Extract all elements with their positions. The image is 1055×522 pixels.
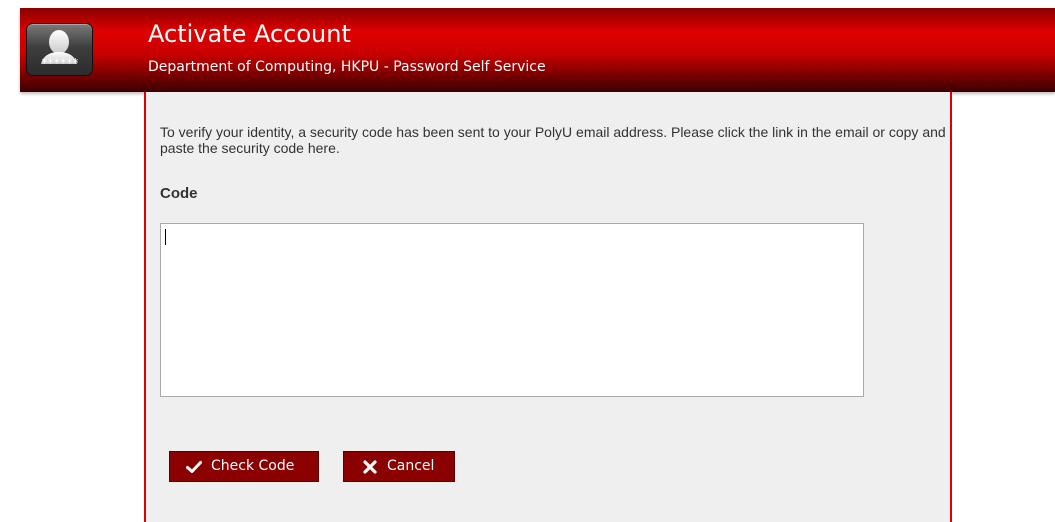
app-logo: ****** — [26, 23, 93, 76]
check-code-button[interactable]: Check Code — [169, 451, 319, 482]
page-subtitle: Department of Computing, HKPU - Password… — [148, 59, 546, 75]
instructions-text: To verify your identity, a security code… — [160, 124, 946, 156]
cancel-button[interactable]: Cancel — [343, 451, 455, 482]
text-caret — [165, 229, 166, 245]
logo-masked-text: ****** — [40, 56, 79, 70]
cancel-label: Cancel — [387, 458, 435, 474]
page-title: Activate Account — [148, 20, 351, 48]
close-x-icon — [363, 459, 377, 474]
code-label: Code — [160, 185, 198, 202]
content-panel: To verify your identity, a security code… — [144, 92, 952, 522]
header-bar: ****** Activate Account Department of Co… — [20, 8, 1055, 92]
security-code-input[interactable] — [160, 223, 864, 397]
check-code-label: Check Code — [211, 458, 295, 474]
checkmark-icon — [186, 460, 202, 473]
